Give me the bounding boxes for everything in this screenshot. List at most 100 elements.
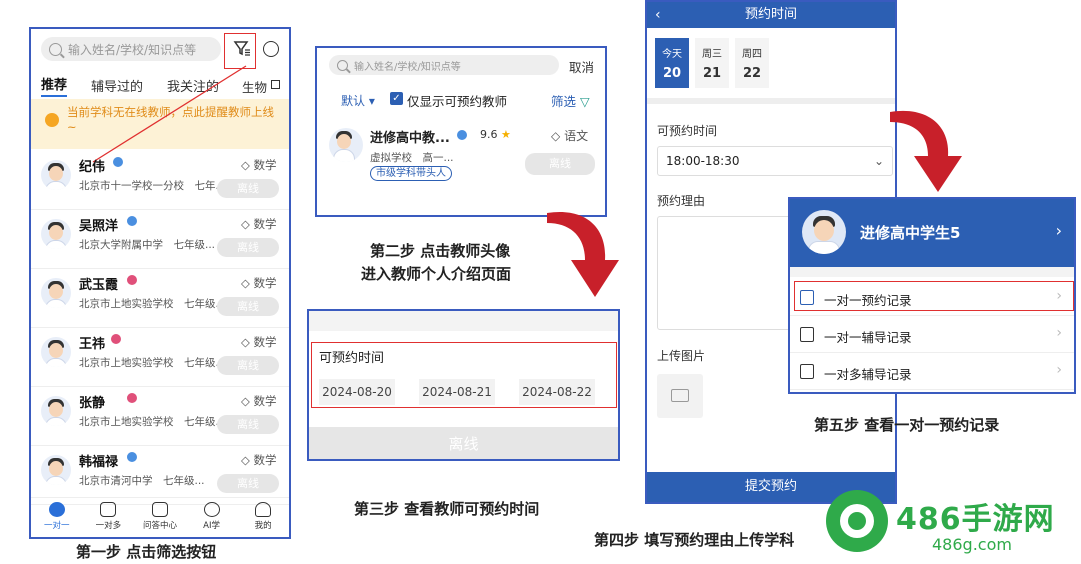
offline-button[interactable]: 离线 <box>217 297 279 316</box>
verified-badge-icon <box>127 275 137 285</box>
verified-badge-icon <box>111 334 121 344</box>
day-thu[interactable]: 周四 22 <box>735 38 769 88</box>
time-select[interactable]: 18:00-18:30 ⌄ <box>657 146 893 176</box>
offline-button[interactable]: 离线 <box>217 356 279 375</box>
day-today[interactable]: 今天 20 <box>655 38 689 88</box>
tag-icon: ◇ <box>241 335 250 349</box>
offline-button[interactable]: 离线 <box>525 153 595 175</box>
alarm-clock-icon <box>45 113 59 127</box>
tv-icon <box>100 502 117 517</box>
star-icon: ★ <box>501 128 511 141</box>
question-icon <box>151 502 168 517</box>
teacher-avatar[interactable] <box>41 219 71 249</box>
watermark-name: 486手游网 <box>896 502 1055 537</box>
menu-group-records[interactable]: 一对多辅导记录 › <box>790 353 1074 390</box>
nav-ai[interactable]: AI学 <box>186 498 238 537</box>
teacher-avatar[interactable] <box>41 337 71 367</box>
nav-one-to-many[interactable]: 一对多 <box>83 498 135 537</box>
sort-dropdown[interactable]: 默认 ▾ <box>341 92 375 109</box>
history-icon[interactable] <box>263 41 279 57</box>
teacher-school: 虚拟学校 高一... <box>370 152 454 164</box>
search-input[interactable]: 输入姓名/学校/知识点等 <box>41 37 221 61</box>
teacher-row[interactable]: 王祎 北京市上地实验学校 七年级... ◇ 数学 离线 <box>31 328 289 387</box>
chevron-down-icon: ⌄ <box>873 154 884 168</box>
teacher-avatar[interactable] <box>41 455 71 485</box>
teacher-list-panel: 输入姓名/学校/知识点等 推荐 辅导过的 我关注的 生物 当前学科无在线教师，点… <box>29 27 291 539</box>
verified-badge-icon <box>127 452 137 462</box>
camera-icon <box>671 389 689 402</box>
pointer-line <box>92 65 247 163</box>
tag-icon: ◇ <box>241 276 250 290</box>
tag-icon: ◇ <box>241 394 250 408</box>
teacher-name: 纪伟 <box>79 160 106 175</box>
chevron-right-icon: › <box>1056 362 1062 378</box>
offline-button[interactable]: 离线 <box>217 179 279 198</box>
upload-image-button[interactable] <box>657 374 703 418</box>
tab-recommend[interactable]: 推荐 <box>41 74 68 97</box>
time-highlight <box>311 342 617 408</box>
step2-caption-line1: 第二步 点击教师头像 <box>370 242 511 260</box>
teacher-row[interactable]: 吴照洋 北京大学附属中学 七年级... ◇ 数学 离线 <box>31 210 289 269</box>
arrow-step4-icon <box>890 110 962 192</box>
step2-caption-line2: 进入教师个人介绍页面 <box>361 265 512 283</box>
subject-tag: ◇ 数学 <box>241 276 277 290</box>
nav-qa-center[interactable]: 问答中心 <box>134 498 186 537</box>
profile-header[interactable]: 进修高中学生5 › <box>790 199 1074 267</box>
teacher-school: 北京市上地实验学校 七年级... <box>79 298 226 310</box>
ai-icon <box>203 502 220 517</box>
teacher-row[interactable]: 张静北京市上地实验学校 七年级... ◇ 数学离线 <box>31 387 289 446</box>
offline-button[interactable]: 离线 <box>217 415 279 434</box>
available-time-panel: 可预约时间 2024-08-20 2024-08-21 2024-08-22 离… <box>307 309 620 461</box>
teacher-avatar[interactable] <box>41 278 71 308</box>
subject-tag: ◇ 数学 <box>241 394 277 408</box>
watermark-logo <box>826 490 888 552</box>
search-icon <box>337 59 348 71</box>
menu-tutoring-records[interactable]: 一对一辅导记录 › <box>790 316 1074 353</box>
user-icon <box>255 502 272 517</box>
nav-one-on-one[interactable]: 一对一 <box>31 498 83 537</box>
chevron-right-icon: › <box>1056 325 1062 341</box>
teacher-row[interactable]: 纪伟 北京市十一学校一分校 七年... ◇ 数学 离线 <box>31 151 289 210</box>
day-wed[interactable]: 周三 21 <box>695 38 729 88</box>
teacher-school: 北京市上地实验学校 七年级... <box>79 357 226 369</box>
step1-caption: 第一步 点击筛选按钮 <box>76 543 217 561</box>
subject-tag: ◇ 语文 <box>551 129 589 143</box>
search-input-2[interactable]: 输入姓名/学校/知识点等 <box>329 55 559 75</box>
tag-icon: ◇ <box>241 453 250 467</box>
title-tag: 市级学科带头人 <box>370 166 452 181</box>
teacher-row[interactable]: 武玉霞 北京市上地实验学校 七年级... ◇ 数学 离线 <box>31 269 289 328</box>
verified-badge-icon <box>113 157 123 167</box>
teacher-avatar[interactable] <box>41 396 71 426</box>
teacher-name: 王祎 <box>79 337 106 352</box>
tag-icon: ◇ <box>241 158 250 172</box>
tag-icon: ◇ <box>551 129 561 143</box>
teacher-school: 北京市上地实验学校 七年级... <box>79 416 226 428</box>
offline-bar[interactable]: 离线 <box>309 427 618 459</box>
tag-icon: ◇ <box>241 217 250 231</box>
teacher-avatar[interactable] <box>329 128 363 162</box>
offline-button[interactable]: 离线 <box>217 474 279 493</box>
search-icon <box>49 42 62 56</box>
back-icon[interactable]: ‹ <box>655 2 661 28</box>
filter-button[interactable]: 筛选 ▽ <box>551 91 590 110</box>
teacher-avatar[interactable] <box>41 160 71 190</box>
available-checkbox[interactable]: ✓ <box>390 92 403 105</box>
teacher-name: 进修高中教... <box>370 131 450 146</box>
grid-icon[interactable] <box>271 80 280 89</box>
step5-caption: 第五步 查看一对一预约记录 <box>814 416 1000 434</box>
teacher-name: 吴照洋 <box>79 219 119 234</box>
offline-button[interactable]: 离线 <box>217 238 279 257</box>
teacher-name: 韩福禄 <box>79 455 119 470</box>
teacher-name: 张静 <box>79 396 106 411</box>
cancel-button[interactable]: 取消 <box>569 57 594 76</box>
subject-tag: ◇ 数学 <box>241 217 277 231</box>
subject-tag: ◇ 数学 <box>241 158 277 172</box>
verified-badge-icon <box>457 130 467 140</box>
nav-mine[interactable]: 我的 <box>237 498 289 537</box>
subject-tag: ◇ 数学 <box>241 453 277 467</box>
checkbox-label: 仅显示可预约教师 <box>407 94 508 109</box>
reason-label: 预约理由 <box>657 194 706 208</box>
step4-caption: 第四步 填写预约理由上传学科 <box>594 531 795 549</box>
watermark-url: 486g.com <box>932 535 1012 554</box>
time-label: 可预约时间 <box>657 124 718 138</box>
